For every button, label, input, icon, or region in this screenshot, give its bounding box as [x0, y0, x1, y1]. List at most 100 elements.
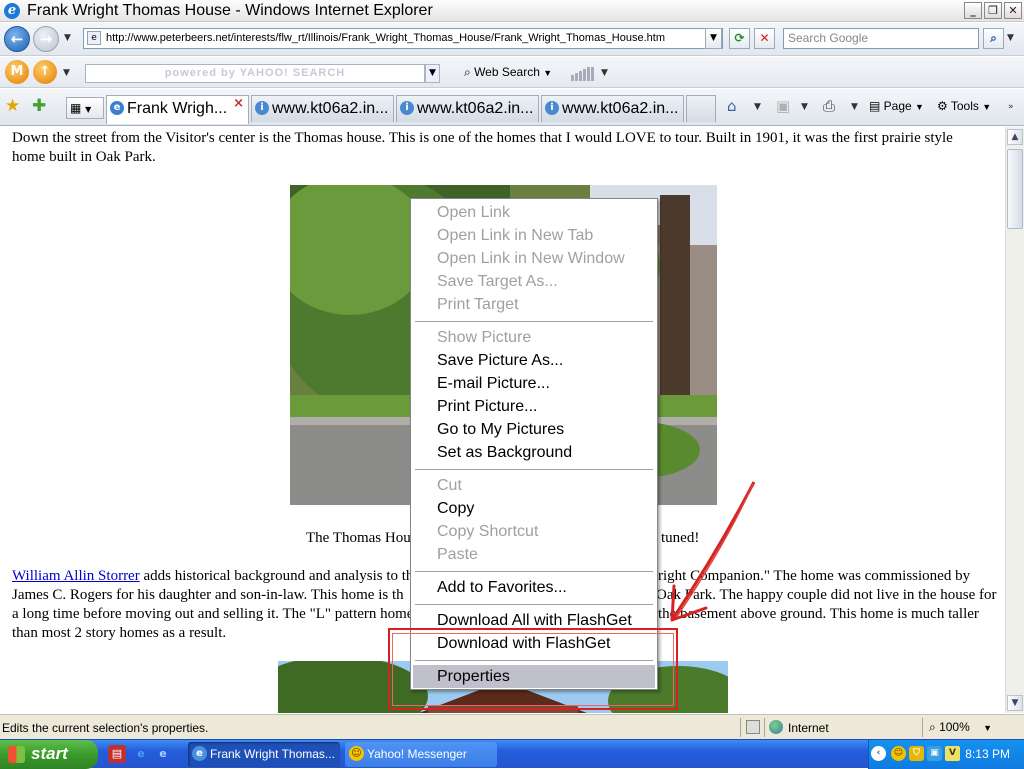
- menu-show-picture[interactable]: Show Picture: [413, 326, 655, 349]
- yahoo-search-input[interactable]: powered by YAHOO! SEARCH: [85, 64, 425, 83]
- scroll-up-button[interactable]: ▲: [1007, 129, 1023, 145]
- new-tab-button[interactable]: [686, 95, 716, 122]
- home-dropdown-icon[interactable]: ▼: [754, 102, 761, 112]
- page-icon: ▤: [869, 99, 884, 113]
- menu-set-as-background[interactable]: Set as Background: [413, 441, 655, 464]
- storrer-link[interactable]: William Allin Storrer: [12, 568, 140, 584]
- quick-tabs-button[interactable]: ▦ ▼: [66, 97, 104, 119]
- menu-print-picture[interactable]: Print Picture...: [413, 395, 655, 418]
- stop-button[interactable]: ✕: [754, 28, 775, 49]
- signal-bars-icon[interactable]: [571, 67, 594, 81]
- web-search-label: Web Search: [474, 65, 540, 79]
- taskbar-button-ie[interactable]: e Frank Wright Thomas...: [188, 742, 340, 767]
- status-text: Edits the current selection's properties…: [2, 721, 209, 735]
- address-dropdown-button[interactable]: ▼: [705, 28, 722, 49]
- menu-open-link[interactable]: Open Link: [413, 201, 655, 224]
- protected-mode-icon: [746, 720, 760, 734]
- search-options-dropdown-icon[interactable]: ▼: [1007, 33, 1014, 43]
- para2-line-4: than most 2 story homes as a result.: [12, 625, 227, 641]
- para2-line-1: William Allin Storrer adds historical ba…: [12, 567, 418, 586]
- address-toolbar: ← → ▼ e http://www.peterbeers.net/intere…: [0, 23, 1024, 56]
- chevron-more-icon[interactable]: »: [1008, 102, 1014, 112]
- tab-kt06a2-2[interactable]: i www.kt06a2.in...: [396, 95, 539, 122]
- menu-go-to-my-pictures[interactable]: Go to My Pictures: [413, 418, 655, 441]
- close-button[interactable]: ✕: [1004, 2, 1022, 19]
- taskbar-button-yahoo-messenger[interactable]: ☺ Yahoo! Messenger: [345, 742, 497, 767]
- taskbar-clock: 8:13 PM: [965, 747, 1010, 761]
- internet-zone-icon: [769, 720, 783, 734]
- taskbar-button-label: Frank Wright Thomas...: [210, 747, 335, 761]
- tab-kt06a2-1[interactable]: i www.kt06a2.in...: [251, 95, 394, 122]
- photo-caption-left: The Thomas Hou: [306, 530, 411, 546]
- menu-open-link-new-tab[interactable]: Open Link in New Tab: [413, 224, 655, 247]
- back-button[interactable]: ←: [4, 26, 30, 52]
- tray-messenger-icon[interactable]: ☺: [891, 746, 906, 761]
- home-icon[interactable]: ⌂: [727, 97, 737, 115]
- toolbar-options-dropdown-icon[interactable]: ▼: [601, 68, 608, 78]
- tray-shield-icon[interactable]: ⛉: [909, 746, 924, 761]
- tab-kt06a2-3[interactable]: i www.kt06a2.in...: [541, 95, 684, 122]
- address-field[interactable]: e http://www.peterbeers.net/interests/fl…: [83, 28, 723, 49]
- favorites-star-icon[interactable]: ★: [5, 96, 20, 116]
- menu-separator: [415, 604, 653, 606]
- feeds-icon[interactable]: ▣: [776, 97, 790, 115]
- gear-icon: ⚙: [937, 99, 951, 113]
- restore-button[interactable]: ❐: [984, 2, 1002, 19]
- start-label: start: [31, 744, 68, 763]
- scroll-down-button[interactable]: ▼: [1007, 695, 1023, 711]
- search-button[interactable]: ⌕: [983, 28, 1004, 49]
- history-dropdown-icon[interactable]: ▼: [64, 33, 71, 43]
- menu-open-link-new-window[interactable]: Open Link in New Window: [413, 247, 655, 270]
- tray-app-icon[interactable]: V: [945, 746, 960, 761]
- quicklaunch-ie-icon[interactable]: e: [132, 745, 150, 763]
- windows-flag-icon: [8, 746, 25, 763]
- refresh-button[interactable]: ⟳: [729, 28, 750, 49]
- para2-line-1-text: adds historical background and analysis …: [139, 568, 418, 584]
- feeds-dropdown-icon[interactable]: ▼: [801, 102, 808, 112]
- taskbar-button-label: Yahoo! Messenger: [367, 747, 467, 761]
- tab-frank-wright[interactable]: e Frank Wrigh... ×: [106, 95, 249, 124]
- close-tab-icon[interactable]: ×: [233, 96, 244, 111]
- yahoo-up-icon[interactable]: ↑: [33, 60, 57, 84]
- info-page-icon: i: [545, 101, 559, 115]
- title-bar: e Frank Wright Thomas House - Windows In…: [0, 0, 1024, 22]
- yahoo-menu-dropdown-icon[interactable]: ▼: [63, 68, 70, 78]
- yahoo-mail-icon[interactable]: M: [5, 60, 29, 84]
- menu-save-target-as[interactable]: Save Target As...: [413, 270, 655, 293]
- zoom-level: 100%: [939, 720, 970, 734]
- tray-network-icon[interactable]: ▣: [927, 746, 942, 761]
- quicklaunch-app-icon[interactable]: ▤: [108, 745, 126, 763]
- menu-separator: [415, 571, 653, 573]
- tools-menu-button[interactable]: ⚙ Tools ▼: [937, 99, 991, 113]
- magnifier-icon: ⌕: [464, 65, 475, 79]
- menu-email-picture[interactable]: E-mail Picture...: [413, 372, 655, 395]
- menu-save-picture-as[interactable]: Save Picture As...: [413, 349, 655, 372]
- search-google-input[interactable]: Search Google: [783, 28, 979, 49]
- zoom-control[interactable]: ⌕ 100% ▼: [929, 720, 992, 735]
- print-icon[interactable]: ⎙: [823, 97, 835, 115]
- yahoo-search-dropdown[interactable]: ▼: [425, 64, 440, 83]
- menu-paste[interactable]: Paste: [413, 543, 655, 566]
- menu-separator: [415, 321, 653, 323]
- forward-button[interactable]: →: [33, 26, 59, 52]
- menu-copy[interactable]: Copy: [413, 497, 655, 520]
- quicklaunch-ie2-icon[interactable]: e: [154, 745, 172, 763]
- page-menu-button[interactable]: ▤ Page ▼: [869, 99, 924, 113]
- web-search-button[interactable]: ⌕ Web Search ▼: [464, 65, 552, 80]
- menu-copy-shortcut[interactable]: Copy Shortcut: [413, 520, 655, 543]
- ie-page-icon: e: [110, 101, 124, 115]
- menu-print-target[interactable]: Print Target: [413, 293, 655, 316]
- tab-label: www.kt06a2.in...: [272, 100, 389, 117]
- menu-cut[interactable]: Cut: [413, 474, 655, 497]
- menu-add-to-favorites[interactable]: Add to Favorites...: [413, 576, 655, 599]
- add-favorite-icon[interactable]: ✚: [32, 96, 46, 116]
- print-dropdown-icon[interactable]: ▼: [851, 102, 858, 112]
- start-button[interactable]: start: [0, 740, 98, 769]
- minimize-button[interactable]: _: [964, 2, 982, 19]
- info-page-icon: i: [400, 101, 414, 115]
- page-favicon-icon: e: [87, 31, 101, 45]
- scroll-thumb[interactable]: [1007, 149, 1023, 229]
- intro-line-1: Down the street from the Visitor's cente…: [12, 130, 953, 146]
- tray-expand-icon[interactable]: ‹: [871, 746, 886, 761]
- vertical-scrollbar[interactable]: ▲ ▼: [1005, 127, 1024, 713]
